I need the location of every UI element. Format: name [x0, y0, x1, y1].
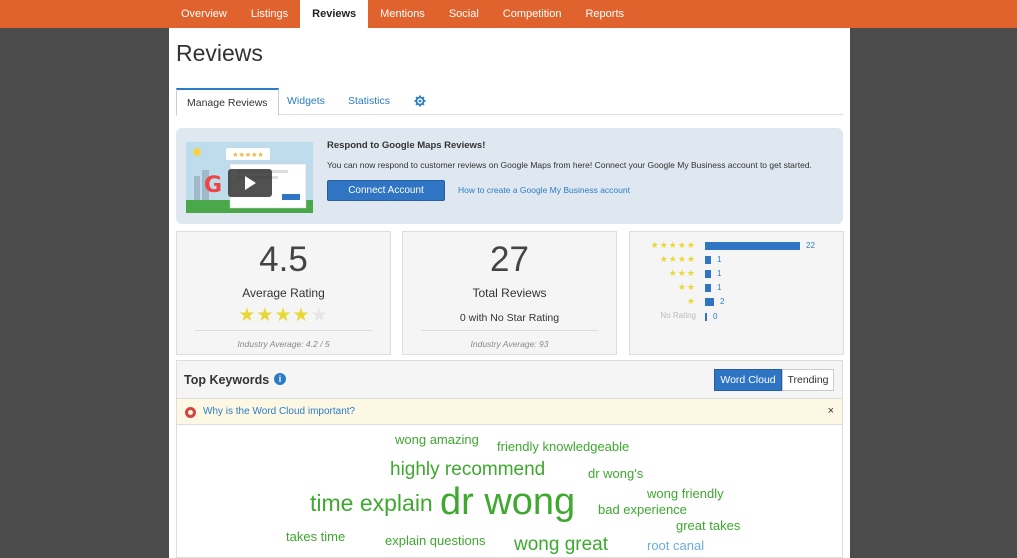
star-icon: ★: [238, 305, 257, 326]
tab-widgets[interactable]: Widgets: [287, 88, 325, 115]
keyword[interactable]: dr wong: [440, 483, 575, 521]
stars-5-label: ★★★★★: [650, 240, 696, 250]
info-icon[interactable]: i: [274, 373, 286, 385]
keyword[interactable]: root canal: [647, 539, 704, 552]
distribution-bar: [705, 256, 711, 264]
distribution-bar: [705, 270, 711, 278]
no-star-count: 0 with No Star Rating: [459, 312, 560, 324]
nav-tab-mentions[interactable]: Mentions: [368, 0, 437, 28]
top-nav: Overview Listings Reviews Mentions Socia…: [0, 0, 1017, 30]
stars-3-label: ★★★: [668, 268, 696, 278]
word-cloud: wong amazing friendly knowledgeable high…: [176, 425, 843, 558]
keyword[interactable]: wong friendly: [647, 487, 724, 500]
google-maps-banner: ★★★★★ G Respond to Google Maps Reviews! …: [176, 128, 843, 224]
distribution-count: 22: [806, 241, 815, 250]
keyword[interactable]: friendly knowledgeable: [497, 440, 629, 453]
nav-tab-reviews[interactable]: Reviews: [300, 0, 369, 30]
tab-statistics[interactable]: Statistics: [348, 88, 390, 115]
nav-tab-reports[interactable]: Reports: [573, 0, 636, 28]
svg-text:★★★★★: ★★★★★: [232, 151, 263, 159]
word-cloud-toggle[interactable]: Word Cloud: [714, 369, 782, 391]
keyword[interactable]: bad experience: [598, 503, 687, 516]
average-rating-label: Average Rating: [242, 286, 325, 300]
no-rating-label: No Rating: [660, 311, 696, 320]
gear-icon[interactable]: [414, 95, 426, 107]
keyword[interactable]: great takes: [676, 519, 740, 532]
page-title: Reviews: [176, 40, 263, 66]
video-thumbnail[interactable]: ★★★★★ G: [186, 142, 313, 213]
star-empty-icon: ★: [310, 305, 329, 326]
close-icon[interactable]: ×: [828, 405, 834, 417]
lifebuoy-icon: [185, 407, 196, 418]
word-cloud-tip: Why is the Word Cloud important? ×: [176, 398, 843, 425]
distribution-bar: [705, 242, 800, 250]
star-icon: ★: [292, 305, 311, 326]
svg-text:G: G: [204, 173, 222, 198]
keyword[interactable]: time explain: [310, 492, 433, 515]
rating-industry-average: Industry Average: 4.2 / 5: [237, 339, 330, 349]
rating-stars: ★★★★★: [177, 304, 390, 327]
distribution-count: 2: [720, 297, 725, 306]
nav-tab-competition[interactable]: Competition: [491, 0, 574, 28]
banner-title: Respond to Google Maps Reviews!: [327, 140, 486, 151]
total-reviews-value: 27: [490, 240, 529, 279]
main-panel: Reviews Manage Reviews Widgets Statistic…: [169, 28, 850, 558]
nav-tab-listings[interactable]: Listings: [239, 0, 300, 28]
average-rating-value: 4.5: [259, 240, 308, 279]
keyword[interactable]: wong amazing: [395, 433, 479, 446]
top-keywords-title: Top Keywords: [184, 373, 270, 387]
divider: [195, 330, 372, 331]
total-reviews-card: 27 Total Reviews 0 with No Star Rating I…: [402, 231, 617, 355]
distribution-count: 0: [713, 312, 718, 321]
distribution-count: 1: [717, 283, 722, 292]
distribution-bar: [705, 284, 711, 292]
star-icon: ★: [274, 305, 293, 326]
banner-text: You can now respond to customer reviews …: [327, 160, 812, 170]
connect-account-button[interactable]: Connect Account: [327, 180, 445, 201]
trending-toggle[interactable]: Trending: [782, 369, 834, 391]
distribution-count: 1: [717, 255, 722, 264]
total-reviews-label: Total Reviews: [472, 286, 547, 300]
divider: [421, 330, 598, 331]
why-word-cloud-link[interactable]: Why is the Word Cloud important?: [203, 406, 355, 417]
stars-1-label: ★: [686, 296, 696, 306]
keyword[interactable]: dr wong's: [588, 467, 643, 480]
keyword[interactable]: highly recommend: [390, 460, 545, 479]
keyword[interactable]: wong great: [514, 535, 608, 554]
stars-4-label: ★★★★: [659, 254, 696, 264]
star-icon: ★: [256, 305, 275, 326]
tab-manage-reviews[interactable]: Manage Reviews: [176, 88, 279, 116]
keyword[interactable]: explain questions: [385, 534, 485, 547]
distribution-count: 1: [717, 269, 722, 278]
stars-2-label: ★★: [677, 282, 696, 292]
sub-tabs: Manage Reviews Widgets Statistics: [176, 88, 843, 116]
keyword[interactable]: takes time: [286, 530, 345, 543]
distribution-bar: [705, 313, 707, 321]
average-rating-card: 4.5 Average Rating ★★★★★ Industry Averag…: [176, 231, 391, 355]
gmb-help-link[interactable]: How to create a Google My Business accou…: [458, 185, 630, 195]
total-industry-average: Industry Average: 93: [470, 339, 549, 349]
top-keywords-header: Top Keywords i Word Cloud Trending: [176, 360, 843, 398]
nav-tab-overview[interactable]: Overview: [169, 0, 239, 28]
rating-distribution-card: ★★★★★ 22 ★★★★ 1 ★★★ 1 ★★ 1 ★ 2 No Rating…: [629, 231, 844, 355]
distribution-bar: [705, 298, 714, 306]
nav-tab-social[interactable]: Social: [437, 0, 491, 28]
